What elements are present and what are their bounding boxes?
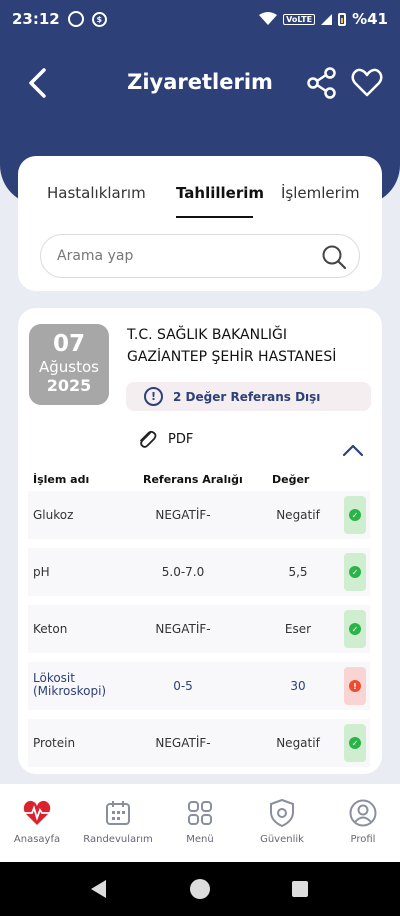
nav-profile-label: Profil [350,834,376,845]
signal-icon [321,13,333,25]
cell-reference: 5.0-7.0 [161,565,205,579]
search-input[interactable] [57,248,307,264]
nav-profile[interactable]: Profil [323,798,400,845]
cell-test-name: Glukoz [33,508,74,522]
grid-icon [188,801,212,825]
share-button[interactable] [305,66,339,100]
pdf-link[interactable]: PDF [136,428,193,450]
nav-menu-label: Menü [186,834,214,845]
check-icon: ✓ [349,509,361,521]
system-home-icon[interactable] [190,879,210,899]
column-header-reference: Referans Aralığı [143,473,243,486]
check-icon: ✓ [349,623,361,635]
cell-test-name: Lökosit (Mikroskopi) [33,671,107,698]
status-time: 23:12 [12,10,60,28]
cell-value: Eser [284,622,312,636]
date-day: 07 [52,331,85,357]
cell-test-name: Keton [33,622,68,636]
battery-level: %41 [352,10,388,28]
cell-reference: NEGATİF- [155,508,211,522]
info-icon: ! [144,387,163,406]
table-row: Lökosit (Mikroskopi) 0-5 30 ! [28,662,370,710]
battery-icon [338,12,347,26]
collapse-button[interactable] [340,440,366,460]
table-row: pH 5.0-7.0 5,5 ✓ [28,548,370,596]
nav-appointments-label: Randevularım [83,834,153,845]
lab-result-card: 07 Ağustos 2025 T.C. SAĞLIK BAKANLIĞI GA… [18,308,382,774]
out-of-range-text: 2 Değer Referans Dışı [173,389,321,404]
chevron-up-icon [342,444,364,457]
volte-badge: VoLTE [283,13,316,25]
nav-home[interactable]: Anasayfa [0,798,77,845]
wifi-icon [259,12,278,25]
cell-value: Negatif [276,736,320,750]
nav-appointments[interactable]: Randevularım [78,798,158,845]
status-indicator: ✓ [344,610,366,648]
date-month: Ağustos [39,358,99,376]
cell-reference: 0-5 [173,679,193,693]
cell-reference: NEGATİF- [155,736,211,750]
date-badge: 07 Ağustos 2025 [29,324,109,405]
heart-icon [351,68,383,97]
search-icon[interactable] [321,244,347,270]
status-indicator: ! [344,667,366,705]
nav-security[interactable]: Güvenlik [242,798,322,845]
system-navigation-bar [0,862,400,916]
check-icon: ✓ [349,737,361,749]
status-bar: 23:12 $ VoLTE %41 [0,0,400,38]
status-indicator: ✓ [344,553,366,591]
cell-test-name: Protein [33,736,76,750]
column-header-name: İşlem adı [33,473,90,486]
favorite-button[interactable] [350,66,384,100]
cell-reference: NEGATİF- [155,622,211,636]
status-indicator: ✓ [344,496,366,534]
nav-home-label: Anasayfa [13,834,61,845]
table-row: Protein NEGATİF- Negatif ✓ [28,719,370,767]
back-button[interactable] [22,68,52,98]
out-of-range-badge[interactable]: ! 2 Değer Referans Dışı [126,382,371,411]
hospital-name: T.C. SAĞLIK BAKANLIĞI GAZİANTEP ŞEHİR HA… [127,327,337,365]
system-back-icon[interactable] [91,880,106,898]
paperclip-icon [140,430,157,448]
table-row: Keton NEGATİF- Eser ✓ [28,605,370,653]
currency-icon: $ [91,11,107,27]
nav-security-label: Güvenlik [260,834,304,845]
whatsapp-icon [67,11,84,27]
active-tab-indicator [176,216,253,218]
check-icon: ✓ [349,566,361,578]
cell-value: 30 [290,679,306,693]
system-recents-icon[interactable] [292,881,308,897]
cell-value: 5,5 [288,565,308,579]
shield-gear-icon [270,798,294,828]
status-indicator: ✓ [344,724,366,762]
tab-hastaliklarim[interactable]: Hastalıklarım [47,184,146,202]
cell-test-name: pH [33,565,50,579]
chevron-left-icon [29,68,46,98]
pdf-label: PDF [168,431,194,447]
date-year: 2025 [46,376,92,395]
nav-menu[interactable]: Menü [160,798,240,845]
heart-pulse-icon [23,800,51,825]
cell-value: Negatif [276,508,320,522]
calendar-icon [106,801,130,825]
user-icon [349,799,377,827]
search-box [40,234,360,278]
alert-icon: ! [349,680,361,692]
top-app-bar: Ziyaretlerim [0,58,400,108]
tab-islemlerim[interactable]: İşlemlerim [281,184,360,202]
share-icon [307,67,336,99]
column-header-value: Değer [272,473,310,486]
tabs-card: Hastalıklarım Tahlillerim İşlemlerim [18,156,382,291]
tab-tahlillerim[interactable]: Tahlillerim [176,184,264,202]
bottom-navigation: Anasayfa Randevularım Menü Güvenlik Prof… [0,784,400,862]
table-row: Glukoz NEGATİF- Negatif ✓ [28,491,370,539]
page-title: Ziyaretlerim [127,70,273,94]
